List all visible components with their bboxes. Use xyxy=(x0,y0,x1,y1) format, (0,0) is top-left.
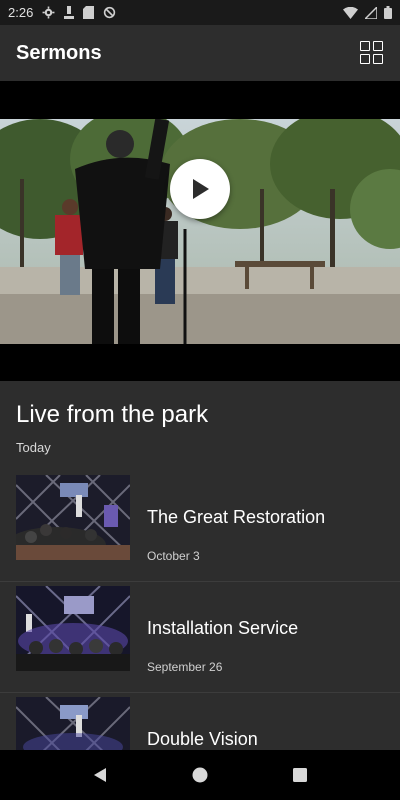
system-nav-bar xyxy=(0,750,400,800)
list-item[interactable]: Installation Service September 26 xyxy=(0,582,400,693)
featured-title: Live from the park xyxy=(16,401,209,428)
sermon-date: October 3 xyxy=(147,549,200,563)
status-time: 2:26 xyxy=(8,5,34,20)
list-item[interactable]: Double Vision xyxy=(0,693,400,750)
wifi-icon xyxy=(343,6,358,19)
featured-sermon[interactable]: Live from the park Today xyxy=(0,381,400,471)
featured-date: Today xyxy=(16,440,51,455)
sd-card-icon xyxy=(83,6,95,19)
sermon-thumbnail xyxy=(16,586,130,671)
recents-icon xyxy=(293,768,307,782)
do-not-disturb-icon xyxy=(104,6,116,19)
back-icon xyxy=(94,768,106,782)
download-icon xyxy=(64,6,75,19)
sermon-title: The Great Restoration xyxy=(147,507,326,527)
recents-button[interactable] xyxy=(280,755,320,795)
sermon-thumbnail xyxy=(16,475,130,560)
status-bar: 2:26 xyxy=(0,0,400,25)
battery-icon xyxy=(384,6,392,19)
sermon-thumbnail xyxy=(16,697,130,750)
home-icon xyxy=(192,767,208,783)
status-right xyxy=(343,6,392,19)
video-thumbnail xyxy=(0,119,400,344)
grid-view-button[interactable] xyxy=(360,41,384,65)
signal-icon xyxy=(365,6,377,19)
park-scene-image xyxy=(0,119,400,344)
home-button[interactable] xyxy=(180,755,220,795)
back-button[interactable] xyxy=(80,755,120,795)
status-left: 2:26 xyxy=(8,5,116,20)
grid-view-icon xyxy=(360,41,370,51)
sermon-title: Double Vision xyxy=(147,729,258,749)
sermon-list[interactable]: The Great Restoration October 3 Installa… xyxy=(0,471,400,750)
sermon-date: September 26 xyxy=(147,660,223,674)
sermon-title: Installation Service xyxy=(147,618,299,638)
play-button[interactable] xyxy=(170,159,230,219)
app-bar: Sermons xyxy=(0,25,400,81)
page-title: Sermons xyxy=(16,41,102,64)
video-player[interactable] xyxy=(0,81,400,381)
settings-icon xyxy=(42,6,55,19)
play-icon xyxy=(193,179,209,199)
list-item[interactable]: The Great Restoration October 3 xyxy=(0,471,400,582)
